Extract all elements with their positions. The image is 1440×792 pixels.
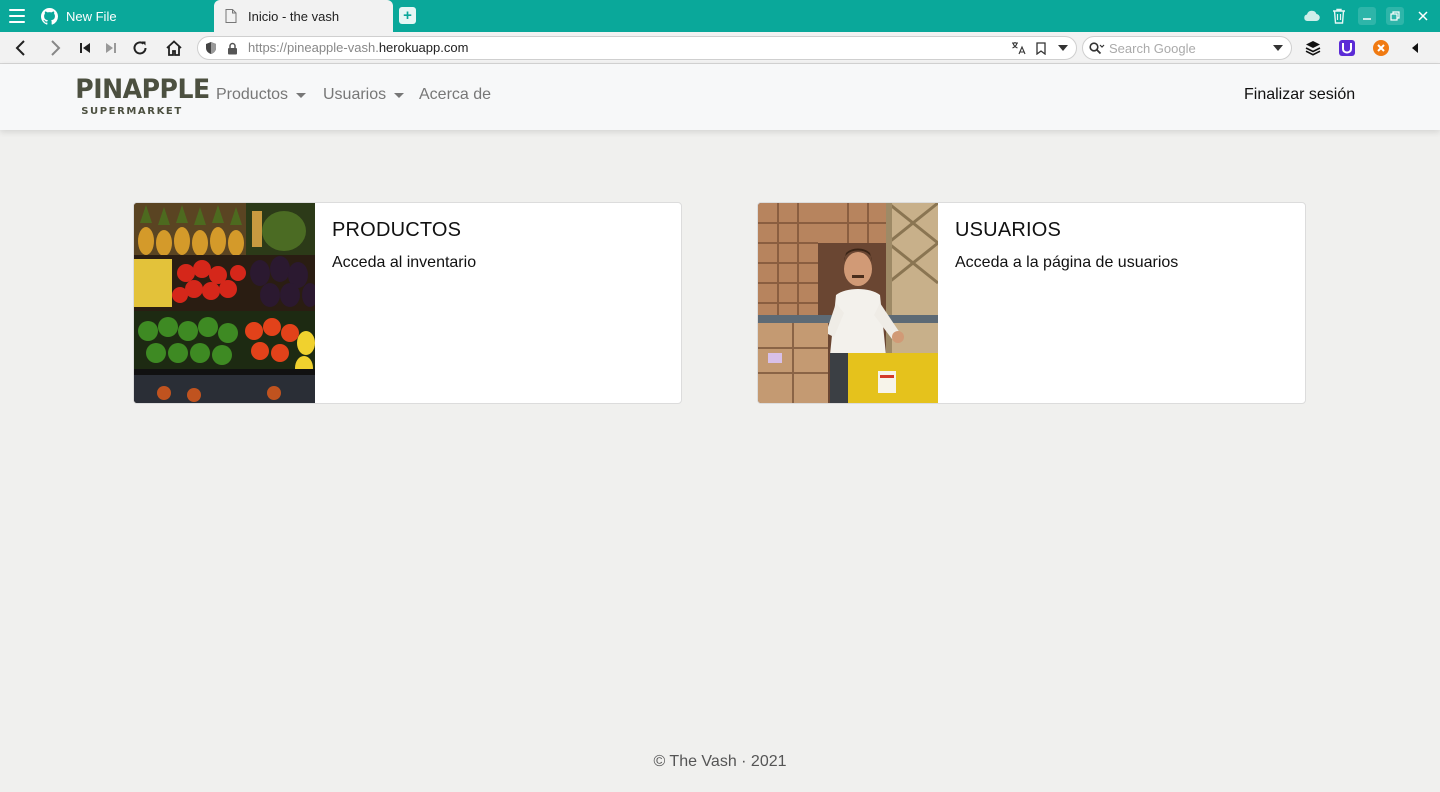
footer-copyright: © The Vash · 2021: [653, 753, 787, 770]
tab-title: New File: [66, 8, 117, 24]
minimize-icon[interactable]: [1358, 7, 1376, 25]
brand-name: PINAPPLE: [75, 74, 210, 105]
fast-forward-icon[interactable]: [100, 37, 122, 59]
search-engine-icon[interactable]: [1089, 41, 1105, 55]
browser-tab-strip: New File Inicio - the vash +: [0, 0, 1440, 32]
lock-icon[interactable]: [225, 41, 239, 55]
browser-menu-icon[interactable]: [6, 5, 28, 27]
back-icon[interactable]: [10, 37, 32, 59]
bookmark-icon[interactable]: [1034, 41, 1048, 55]
nav-link-label: Acerca de: [419, 86, 492, 103]
caret-down-icon: [296, 92, 307, 98]
nav-usuarios-dropdown[interactable]: Usuarios: [323, 86, 405, 104]
browser-toolbar: https://pineapple-vash.herokuapp.com: [0, 32, 1440, 64]
github-icon: [40, 7, 58, 25]
restore-icon[interactable]: [1386, 7, 1404, 25]
search-input[interactable]: [1109, 39, 1269, 57]
tab-new-file[interactable]: New File: [36, 0, 214, 32]
forward-icon[interactable]: [44, 37, 66, 59]
card-title: PRODUCTOS: [332, 219, 462, 241]
orange-extension-icon[interactable]: [1370, 37, 1392, 59]
logout-link[interactable]: Finalizar sesión: [1244, 86, 1355, 104]
rewind-icon[interactable]: [74, 37, 96, 59]
cloud-icon[interactable]: [1302, 7, 1320, 25]
tab-title: Inicio - the vash: [248, 8, 340, 24]
tab-inicio[interactable]: Inicio - the vash: [214, 0, 393, 32]
nav-link-label: Productos: [216, 86, 289, 103]
new-tab-button[interactable]: +: [399, 7, 416, 24]
layers-extension-icon[interactable]: [1302, 37, 1324, 59]
card-text: Acceda a la página de usuarios: [955, 254, 1179, 271]
url-text[interactable]: https://pineapple-vash.herokuapp.com: [248, 40, 468, 55]
shield-icon[interactable]: [204, 41, 218, 55]
window-controls: [1302, 0, 1432, 32]
card-text: Acceda al inventario: [332, 254, 477, 271]
page-icon: [222, 7, 240, 25]
chevron-down-icon[interactable]: [1056, 41, 1070, 55]
caret-left-icon[interactable]: [1404, 37, 1426, 59]
brand-logo[interactable]: PINAPPLE SUPERMARKET: [71, 74, 210, 121]
chevron-down-icon[interactable]: [1271, 41, 1285, 55]
reload-icon[interactable]: [129, 37, 151, 59]
nav-link-label: Usuarios: [323, 86, 387, 103]
trash-icon[interactable]: [1330, 7, 1348, 25]
produce-stand-photo[interactable]: [134, 203, 315, 403]
close-icon[interactable]: [1414, 7, 1432, 25]
address-bar[interactable]: https://pineapple-vash.herokuapp.com: [197, 36, 1077, 60]
translate-icon[interactable]: [1010, 40, 1026, 56]
brand-subtitle: SUPERMARKET: [81, 106, 183, 117]
card-title: USUARIOS: [955, 219, 1062, 241]
home-icon[interactable]: [163, 37, 185, 59]
nav-productos-dropdown[interactable]: Productos: [216, 86, 307, 104]
nav-acerca-de-link[interactable]: Acerca de: [419, 86, 491, 104]
search-bar[interactable]: [1082, 36, 1292, 60]
warehouse-worker-photo[interactable]: [758, 203, 938, 403]
shield-extension-icon[interactable]: [1336, 37, 1358, 59]
usuarios-card[interactable]: USUARIOS Acceda a la página de usuarios: [757, 202, 1306, 404]
productos-card[interactable]: PRODUCTOS Acceda al inventario: [133, 202, 682, 404]
site-navbar: PINAPPLE SUPERMARKET Productos Usuarios …: [0, 64, 1440, 130]
caret-down-icon: [394, 92, 405, 98]
